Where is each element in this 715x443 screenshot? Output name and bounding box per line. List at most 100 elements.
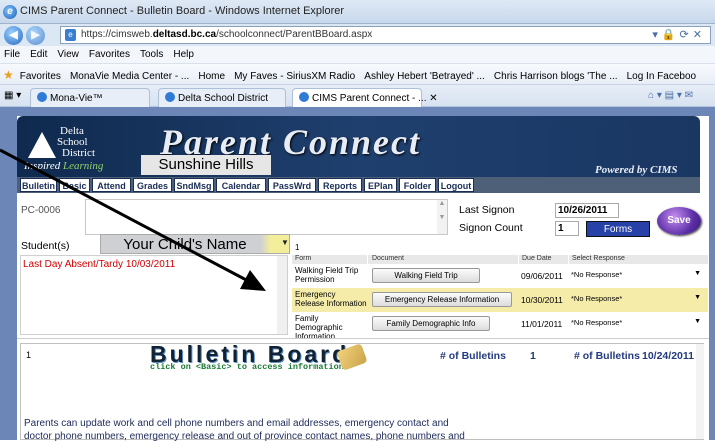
scrollbar[interactable] (696, 344, 704, 439)
form-name: Emergency Release Information (295, 290, 367, 308)
header-select-response: Select Response (569, 255, 708, 264)
favorite-link[interactable]: My Faves - SiriusXM Radio (231, 67, 358, 82)
nav-basic[interactable]: Basic (59, 178, 90, 192)
save-button[interactable]: Save (657, 207, 701, 235)
header-form: Form (292, 255, 367, 264)
tab-cims-parent-connect[interactable]: CIMS Parent Connect - ... ✕ (292, 88, 438, 107)
forward-button[interactable]: ▶ (26, 26, 45, 45)
absent-box: Last Day Absent/Tardy 10/03/2011 (20, 255, 288, 335)
pc-id: PC-0006 (21, 205, 61, 216)
command-bar-icons[interactable]: ⌂ ▾ ▤ ▾ ✉ (648, 90, 693, 101)
url-domain: deltasd.bc.ca (152, 29, 217, 40)
nav-logout[interactable]: Logout (438, 178, 474, 192)
tab-label: CIMS Parent Connect - ... (312, 93, 427, 104)
forms-history-button[interactable]: Forms History (586, 221, 650, 251)
nav-calendar[interactable]: Calendar (216, 178, 266, 192)
logo-tagline: Inspired Learning (24, 160, 103, 172)
address-field[interactable]: e https://cimsweb.deltasd.bc.ca/schoolcon… (60, 26, 711, 44)
app-nav: Bulletin Basic Attend Grades SndMsg Cale… (17, 177, 700, 193)
nav-sndmsg[interactable]: SndMsg (174, 178, 214, 192)
scrollbar[interactable] (277, 256, 287, 334)
tab-icon (299, 92, 309, 102)
tab-icon (165, 92, 175, 102)
nav-eplan[interactable]: EPlan (364, 178, 397, 192)
menu-view[interactable]: View (53, 46, 85, 60)
window-titlebar: e CIMS Parent Connect - Bulletin Board -… (0, 0, 715, 24)
logo-triangle-icon (28, 132, 56, 158)
school-name: Sunshine Hills (141, 155, 271, 175)
form-name: Family Demographic Information (295, 314, 343, 341)
nav-passwrd[interactable]: PassWrd (268, 178, 316, 192)
document-button[interactable]: Walking Field Trip (372, 268, 480, 283)
ie-icon: e (3, 5, 17, 19)
url-prefix: https://cimsweb. (81, 29, 153, 40)
bulletin-text-line: doctor phone numbers, emergency release … (24, 431, 465, 442)
favorites-button[interactable]: Favorites (17, 67, 64, 82)
quick-tabs-icon[interactable]: ▦ ▾ (4, 90, 21, 101)
nav-folder[interactable]: Folder (399, 178, 436, 192)
tab-bar: ▦ ▾ Mona-Vie™ Delta School District CIMS… (0, 85, 715, 107)
response-select[interactable]: *No Response* (571, 270, 701, 279)
absent-text: Last Day Absent/Tardy 10/03/2011 (23, 259, 176, 270)
bulletin-subtitle: click on <Basic> to access information (150, 362, 344, 372)
response-select[interactable]: *No Response* (571, 294, 701, 303)
back-button[interactable]: ◀ (4, 26, 23, 45)
site-icon: e (65, 29, 76, 41)
logo-text: District (62, 147, 95, 159)
last-signon-label: Last Signon (459, 204, 515, 216)
last-signon-field[interactable]: 10/26/2011 (555, 203, 619, 218)
bulletin-number: 1 (26, 350, 32, 360)
tagline-part: Learning (63, 160, 104, 172)
nav-attend[interactable]: Attend (92, 178, 131, 192)
powered-by: Powered by CIMS (595, 164, 678, 176)
nav-grades[interactable]: Grades (133, 178, 172, 192)
student-name: Your Child's Name (123, 236, 247, 253)
favorite-link[interactable]: Ashley Hebert 'Betrayed' ... (361, 67, 488, 82)
form-name: Walking Field Trip Permission (295, 266, 359, 284)
bulletin-text-line: Parents can update work and cell phone n… (24, 418, 449, 429)
tab-icon (37, 92, 47, 102)
favorite-link[interactable]: Log In Faceboo (624, 67, 700, 82)
tab-mona-vie[interactable]: Mona-Vie™ (30, 88, 150, 107)
bulletin-count-label: # of Bulletins (440, 350, 506, 362)
url-path: /schoolconnect/ParentBBoard.aspx (216, 29, 373, 40)
menu-tools[interactable]: Tools (136, 46, 169, 60)
signon-count-label: Signon Count (459, 222, 523, 234)
address-tools-icons[interactable]: ▾🔒⟳✕ (652, 28, 706, 41)
forms-table: 1 Form Document Due Date Select Response… (292, 240, 708, 341)
favorite-link[interactable]: Chris Harrison blogs 'The ... (491, 67, 621, 82)
favorite-link[interactable]: MonaVie Media Center - ... (67, 67, 192, 82)
table-row: Family Demographic Information Family De… (292, 312, 708, 341)
favorite-link[interactable]: Home (195, 67, 228, 82)
window-title: CIMS Parent Connect - Bulletin Board - W… (20, 5, 345, 17)
due-date: 11/01/2011 (521, 319, 563, 329)
response-select[interactable]: *No Response* (571, 318, 701, 327)
document-button[interactable]: Emergency Release Information (372, 292, 512, 307)
nav-bulletin[interactable]: Bulletin (20, 178, 57, 192)
signon-count-field[interactable]: 1 (555, 221, 579, 236)
bulletin-date-value: 10/24/2011 (642, 350, 694, 362)
scrollbar[interactable]: ▲ ▼ (437, 200, 447, 234)
menu-file[interactable]: File (0, 46, 26, 60)
bulletin-text: Parents can update work and cell phone n… (24, 417, 684, 443)
favorites-bar: ★ Favorites MonaVie Media Center - ... Ho… (0, 64, 715, 85)
bulletin-count-value: 1 (530, 350, 536, 362)
tab-delta-school-district[interactable]: Delta School District (158, 88, 286, 107)
chevron-down-icon[interactable]: ▼ (281, 238, 289, 247)
menu-favorites[interactable]: Favorites (85, 46, 136, 60)
header-due-date: Due Date (519, 255, 568, 264)
document-button[interactable]: Family Demographic Info (372, 316, 490, 331)
favorites-star-icon: ★ (3, 68, 14, 82)
tagline-part: Inspired (24, 160, 64, 172)
menu-edit[interactable]: Edit (26, 46, 53, 60)
header-document: Document (368, 255, 518, 264)
menu-bar: File Edit View Favorites Tools Help (0, 46, 715, 64)
pc-textarea[interactable]: ▲ ▼ (85, 199, 448, 235)
due-date: 10/30/2011 (521, 295, 563, 305)
forms-count: 1 (295, 243, 300, 252)
menu-help[interactable]: Help (169, 46, 200, 60)
nav-reports[interactable]: Reports (318, 178, 362, 192)
tab-label: Delta School District (178, 93, 269, 104)
address-bar-row: ◀ ▶ e https://cimsweb.deltasd.bc.ca/schoo… (0, 24, 715, 46)
close-tab-icon[interactable]: ✕ (429, 93, 437, 104)
